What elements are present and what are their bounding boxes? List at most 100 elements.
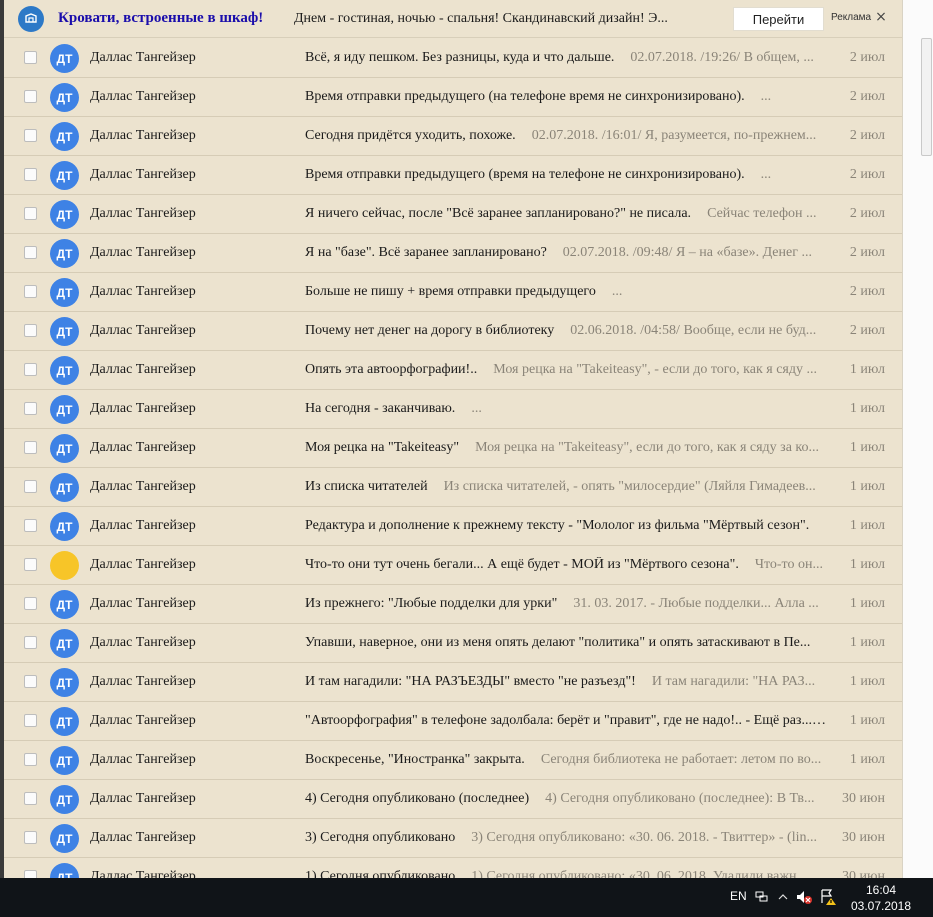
message-row[interactable]: ДТ Даллас Тангейзер "Автоорфография" в тел… bbox=[4, 702, 902, 741]
avatar[interactable] bbox=[50, 551, 79, 580]
avatar[interactable]: ДТ bbox=[50, 707, 79, 736]
avatar[interactable]: ДТ bbox=[50, 395, 79, 424]
message-row[interactable]: ДТ Даллас Тангейзер Воскресенье, "Иностран… bbox=[4, 741, 902, 780]
row-checkbox[interactable] bbox=[24, 285, 37, 298]
avatar[interactable]: ДТ bbox=[50, 512, 79, 541]
row-checkbox[interactable] bbox=[24, 324, 37, 337]
subject-line[interactable]: 3) Сегодня опубликовано 3) Сегодня опубли… bbox=[305, 830, 827, 846]
avatar[interactable]: ДТ bbox=[50, 824, 79, 853]
message-row[interactable]: ДТ Даллас Тангейзер Я на "базе". Всё заран… bbox=[4, 234, 902, 273]
row-checkbox[interactable] bbox=[24, 870, 37, 878]
row-checkbox[interactable] bbox=[24, 90, 37, 103]
network-icon[interactable] bbox=[752, 887, 772, 907]
message-row[interactable]: ДТ Даллас Тангейзер Моя рецка на "Takeitea… bbox=[4, 429, 902, 468]
subject-line[interactable]: Что-то они тут очень бегали... А ещё буд… bbox=[305, 557, 827, 573]
system-clock[interactable]: 16:04 03.07.2018 bbox=[846, 882, 916, 914]
row-checkbox[interactable] bbox=[24, 168, 37, 181]
avatar[interactable]: ДТ bbox=[50, 317, 79, 346]
subject-line[interactable]: Я на "базе". Всё заранее запланировано? 0… bbox=[305, 245, 827, 261]
subject-line[interactable]: Всё, я иду пешком. Без разницы, куда и ч… bbox=[305, 50, 827, 66]
subject-line[interactable]: Опять эта автоорфографии!.. Моя рецка на … bbox=[305, 362, 827, 378]
row-checkbox[interactable] bbox=[24, 207, 37, 220]
scrollbar-thumb[interactable] bbox=[921, 38, 932, 156]
subject-line[interactable]: Почему нет денег на дорогу в библиотеку 0… bbox=[305, 323, 827, 339]
message-row[interactable]: ДТ Даллас Тангейзер Опять эта автоорфограф… bbox=[4, 351, 902, 390]
row-checkbox[interactable] bbox=[24, 753, 37, 766]
ad-go-button[interactable]: Перейти bbox=[733, 7, 824, 31]
avatar[interactable]: ДТ bbox=[50, 746, 79, 775]
chevron-up-icon[interactable] bbox=[773, 887, 793, 907]
avatar[interactable]: ДТ bbox=[50, 785, 79, 814]
avatar[interactable]: ДТ bbox=[50, 83, 79, 112]
subject-line[interactable]: Сегодня придётся уходить, похоже. 02.07.2… bbox=[305, 128, 827, 144]
volume-muted-icon[interactable] bbox=[794, 887, 814, 907]
avatar[interactable]: ДТ bbox=[50, 668, 79, 697]
subject-line[interactable]: Время отправки предыдущего (на телефоне … bbox=[305, 89, 827, 105]
message-row[interactable]: ДТ Даллас Тангейзер Из списка читателей Из … bbox=[4, 468, 902, 507]
avatar[interactable]: ДТ bbox=[50, 278, 79, 307]
subject-line[interactable]: И там нагадили: "НА РАЗЪЕЗДЫ" вместо "не… bbox=[305, 674, 827, 690]
message-row[interactable]: ДТ Даллас Тангейзер И там нагадили: "НА РА… bbox=[4, 663, 902, 702]
avatar[interactable]: ДТ bbox=[50, 434, 79, 463]
row-checkbox[interactable] bbox=[24, 636, 37, 649]
subject-line[interactable]: На сегодня - заканчиваю.... bbox=[305, 401, 827, 417]
row-checkbox[interactable] bbox=[24, 831, 37, 844]
message-row[interactable]: ДТ Даллас Тангейзер Время отправки предыду… bbox=[4, 156, 902, 195]
message-row[interactable]: ДТ Даллас Тангейзер На сегодня - заканчива… bbox=[4, 390, 902, 429]
subject-line[interactable]: 4) Сегодня опубликовано (последнее) 4) Се… bbox=[305, 791, 827, 807]
row-checkbox[interactable] bbox=[24, 363, 37, 376]
avatar[interactable]: ДТ bbox=[50, 44, 79, 73]
row-checkbox[interactable] bbox=[24, 480, 37, 493]
message-row[interactable]: ДТ Даллас Тангейзер Упавши, наверное, они … bbox=[4, 624, 902, 663]
avatar[interactable]: ДТ bbox=[50, 629, 79, 658]
row-checkbox[interactable] bbox=[24, 51, 37, 64]
subject-line[interactable]: Воскресенье, "Иностранка" закрыта. Сегодн… bbox=[305, 752, 827, 768]
message-row[interactable]: ДТ Даллас Тангейзер Больше не пишу + время… bbox=[4, 273, 902, 312]
language-indicator[interactable]: EN bbox=[730, 889, 747, 903]
message-row[interactable]: ДТ Даллас Тангейзер Сегодня придётся уходи… bbox=[4, 117, 902, 156]
row-checkbox[interactable] bbox=[24, 714, 37, 727]
message-row[interactable]: ДТ Даллас Тангейзер Всё, я иду пешком. Без… bbox=[4, 39, 902, 78]
message-row[interactable]: ДТ Даллас Тангейзер 3) Сегодня опубликован… bbox=[4, 819, 902, 858]
subject-line[interactable]: "Автоорфография" в телефоне задолбала: б… bbox=[305, 713, 827, 729]
subject-line[interactable]: Из списка читателей Из списка читателей, … bbox=[305, 479, 827, 495]
avatar[interactable]: ДТ bbox=[50, 473, 79, 502]
row-checkbox[interactable] bbox=[24, 441, 37, 454]
row-checkbox[interactable] bbox=[24, 558, 37, 571]
message-row[interactable]: ДТ Даллас Тангейзер 1) Сегодня опубликован… bbox=[4, 858, 902, 878]
avatar[interactable]: ДТ bbox=[50, 863, 79, 878]
avatar[interactable]: ДТ bbox=[50, 590, 79, 619]
subject-line[interactable]: Время отправки предыдущего (время на тел… bbox=[305, 167, 827, 183]
avatar[interactable]: ДТ bbox=[50, 356, 79, 385]
subject-line[interactable]: Из прежнего: "Любые подделки для урки" 31… bbox=[305, 596, 827, 612]
avatar[interactable]: ДТ bbox=[50, 200, 79, 229]
avatar[interactable]: ДТ bbox=[50, 239, 79, 268]
subject-line[interactable]: Редактура и дополнение к прежнему тексту… bbox=[305, 518, 827, 534]
subject-line[interactable]: Моя рецка на "Takeiteasy" Моя рецка на "T… bbox=[305, 440, 827, 456]
subject-line[interactable]: Упавши, наверное, они из меня опять дела… bbox=[305, 635, 827, 651]
row-checkbox[interactable] bbox=[24, 519, 37, 532]
ad-text[interactable]: Днем - гостиная, ночью - спальня! Сканди… bbox=[294, 11, 722, 27]
message-row[interactable]: ДТ Даллас Тангейзер Почему нет денег на до… bbox=[4, 312, 902, 351]
message-row[interactable]: Даллас Тангейзер Что-то они тут очень бег… bbox=[4, 546, 902, 585]
subject-line[interactable]: Больше не пишу + время отправки предыдущ… bbox=[305, 284, 827, 300]
message-row[interactable]: ДТ Даллас Тангейзер 4) Сегодня опубликован… bbox=[4, 780, 902, 819]
row-checkbox[interactable] bbox=[24, 402, 37, 415]
subject-line[interactable]: Я ничего сейчас, после "Всё заранее запл… bbox=[305, 206, 827, 222]
avatar[interactable]: ДТ bbox=[50, 161, 79, 190]
ad-title[interactable]: Кровати, встроенные в шкаф! bbox=[58, 10, 263, 27]
message-row[interactable]: ДТ Даллас Тангейзер Из прежнего: "Любые по… bbox=[4, 585, 902, 624]
ad-banner[interactable]: Кровати, встроенные в шкаф! Днем - гости… bbox=[4, 0, 902, 38]
row-checkbox[interactable] bbox=[24, 597, 37, 610]
message-row[interactable]: ДТ Даллас Тангейзер Я ничего сейчас, после… bbox=[4, 195, 902, 234]
row-checkbox[interactable] bbox=[24, 246, 37, 259]
action-center-warning-icon[interactable] bbox=[818, 887, 838, 907]
row-checkbox[interactable] bbox=[24, 792, 37, 805]
subject-line[interactable]: 1) Сегодня опубликовано 1) Сегодня опубли… bbox=[305, 869, 827, 878]
message-row[interactable]: ДТ Даллас Тангейзер Редактура и дополнение… bbox=[4, 507, 902, 546]
close-icon[interactable]: × bbox=[873, 8, 889, 26]
row-checkbox[interactable] bbox=[24, 675, 37, 688]
message-row[interactable]: ДТ Даллас Тангейзер Время отправки предыду… bbox=[4, 78, 902, 117]
row-checkbox[interactable] bbox=[24, 129, 37, 142]
avatar[interactable]: ДТ bbox=[50, 122, 79, 151]
